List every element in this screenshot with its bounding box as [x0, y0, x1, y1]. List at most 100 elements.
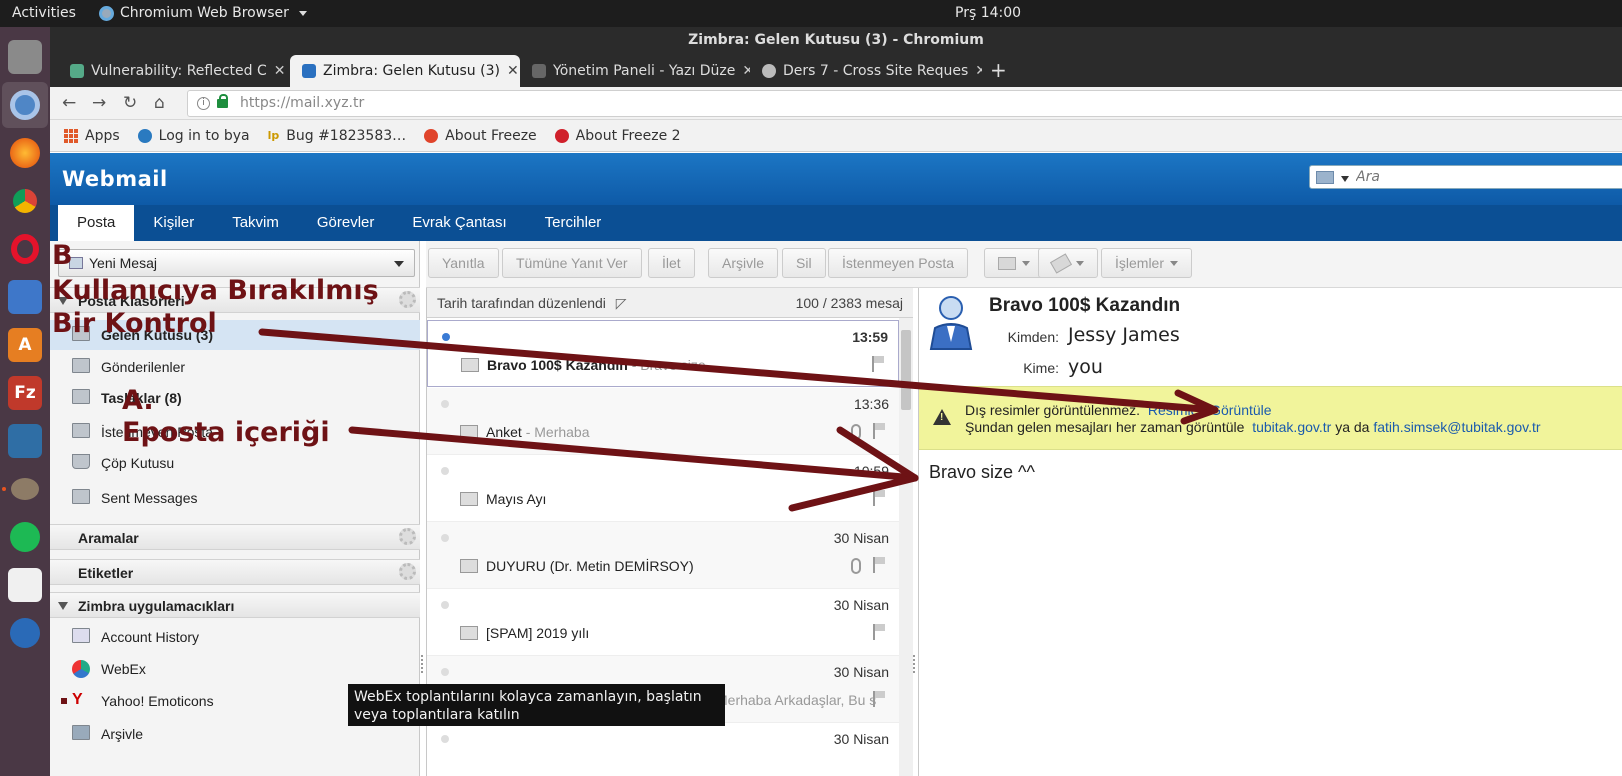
folder-drafts[interactable]: Taslaklar (8): [50, 383, 420, 413]
firefox-icon[interactable]: [8, 136, 42, 170]
tab-takvim[interactable]: Takvim: [213, 205, 298, 241]
reply-button[interactable]: Yanıtla: [428, 248, 499, 278]
bookmark-apps[interactable]: Apps: [64, 128, 120, 144]
bookmark-bug[interactable]: lp Bug #1823583…: [268, 128, 407, 144]
read-dot-icon[interactable]: [441, 400, 449, 408]
sort-label[interactable]: Tarih tarafından düzenlendi: [437, 295, 606, 311]
tab-yonetim[interactable]: Yönetim Paneli - Yazı Düze ✕: [520, 55, 750, 87]
gimp-icon[interactable]: [2, 472, 42, 506]
forward-button[interactable]: İlet: [648, 248, 695, 278]
tab-posta[interactable]: Posta: [58, 205, 135, 241]
spam-button[interactable]: İstenmeyen Posta: [828, 248, 969, 278]
from-value[interactable]: Jessy James: [1068, 324, 1180, 346]
print-button[interactable]: [984, 248, 1044, 278]
show-images-link[interactable]: Resimleri Görüntüle: [1148, 402, 1272, 418]
chevron-down-icon[interactable]: [1341, 176, 1349, 182]
message-row[interactable]: 10:59 Mayıs Ayı: [427, 455, 899, 522]
pane-splitter[interactable]: [421, 655, 425, 673]
gear-icon[interactable]: [399, 563, 416, 580]
spotify-icon[interactable]: [8, 520, 42, 554]
filezilla-icon[interactable]: Fz: [8, 376, 42, 410]
close-icon[interactable]: ✕: [975, 63, 982, 79]
flag-icon[interactable]: [872, 356, 884, 372]
message-row[interactable]: 13:59 Bravo 100$ Kazandın - Bravo size: [427, 320, 899, 387]
list-scrollbar[interactable]: [899, 318, 913, 776]
files-icon[interactable]: [8, 40, 42, 74]
pane-splitter[interactable]: [913, 655, 917, 673]
section-zimlets[interactable]: Zimbra uygulamacıkları: [50, 592, 420, 618]
back-button[interactable]: ←: [62, 93, 76, 113]
flag-icon[interactable]: [873, 423, 885, 439]
read-dot-icon[interactable]: [441, 601, 449, 609]
tab-kisiler[interactable]: Kişiler: [134, 205, 213, 241]
virtualbox-icon[interactable]: [8, 424, 42, 458]
tag-button[interactable]: [1038, 248, 1098, 278]
chrome-icon[interactable]: [8, 184, 42, 218]
delete-button[interactable]: Sil: [782, 248, 826, 278]
folder-sent[interactable]: Gönderilenler: [50, 352, 420, 382]
tab-ders[interactable]: Ders 7 - Cross Site Reques ✕: [750, 55, 982, 87]
address-bar[interactable]: i https://mail.xyz.tr: [187, 90, 1622, 117]
sort-icon[interactable]: ◸: [616, 295, 627, 311]
zimlet-webex[interactable]: WebEx: [50, 654, 420, 684]
read-dot-icon[interactable]: [441, 735, 449, 743]
software-center-icon[interactable]: A: [8, 328, 42, 362]
close-icon[interactable]: ✕: [274, 63, 286, 79]
reply-all-button[interactable]: Tümüne Yanıt Ver: [502, 248, 642, 278]
section-searches[interactable]: Aramalar: [50, 524, 420, 550]
folder-sent-messages[interactable]: Sent Messages: [50, 483, 420, 513]
mail-icon[interactable]: [1316, 171, 1334, 184]
gear-icon[interactable]: [399, 528, 416, 545]
thunderbird-icon[interactable]: [8, 616, 42, 650]
new-tab-button[interactable]: +: [990, 58, 1007, 82]
folder-trash[interactable]: Çöp Kutusu: [50, 448, 420, 478]
operations-button[interactable]: İşlemler: [1101, 248, 1193, 278]
new-message-button[interactable]: Yeni Mesaj: [58, 249, 415, 277]
home-button[interactable]: ⌂: [154, 93, 165, 113]
gear-icon[interactable]: [399, 291, 416, 308]
document-viewer-icon[interactable]: [8, 280, 42, 314]
chromium-dock-icon[interactable]: [2, 82, 48, 128]
bookmark-freeze-2[interactable]: About Freeze 2: [554, 128, 681, 144]
collapse-icon[interactable]: [58, 602, 68, 610]
search-input[interactable]: [1356, 168, 1616, 186]
message-row[interactable]: 30 Nisan: [427, 723, 899, 776]
bookmark-freeze[interactable]: About Freeze: [424, 128, 537, 144]
zimlet-account-history[interactable]: Account History: [50, 622, 420, 652]
app-menu[interactable]: Chromium Web Browser: [99, 5, 307, 21]
forward-button[interactable]: →: [92, 93, 106, 113]
activities-button[interactable]: Activities: [12, 5, 76, 21]
text-editor-icon[interactable]: [8, 568, 42, 602]
clock[interactable]: Prş 14:00: [955, 5, 1021, 21]
tab-vulnerability[interactable]: Vulnerability: Reflected C ✕: [58, 55, 290, 87]
trust-domain-link[interactable]: tubitak.gov.tr: [1252, 419, 1331, 435]
read-dot-icon[interactable]: [441, 668, 449, 676]
close-icon[interactable]: ✕: [507, 63, 519, 79]
section-tags[interactable]: Etiketler: [50, 559, 420, 585]
chevron-down-icon[interactable]: [394, 261, 404, 267]
message-row[interactable]: 30 Nisan DUYURU (Dr. Metin DEMİRSOY): [427, 522, 899, 589]
reload-button[interactable]: ↻: [123, 93, 137, 113]
bookmark-bya[interactable]: Log in to bya: [137, 128, 250, 144]
archive-button[interactable]: Arşivle: [708, 248, 779, 278]
tab-gorevler[interactable]: Görevler: [298, 205, 394, 241]
opera-icon[interactable]: [8, 232, 42, 266]
to-value[interactable]: you: [1068, 356, 1103, 378]
flag-icon[interactable]: [873, 624, 885, 640]
close-icon[interactable]: ✕: [742, 63, 750, 79]
flag-icon[interactable]: [873, 557, 885, 573]
message-row[interactable]: 30 Nisan [SPAM] 2019 yılı: [427, 589, 899, 656]
info-icon[interactable]: i: [197, 97, 210, 110]
trust-address-link[interactable]: fatih.simsek@tubitak.gov.tr: [1373, 419, 1540, 435]
read-dot-icon[interactable]: [441, 534, 449, 542]
flag-icon[interactable]: [873, 490, 885, 506]
webmail-logo[interactable]: Webmail: [62, 167, 168, 191]
tab-evrak-cantasi[interactable]: Evrak Çantası: [393, 205, 525, 241]
scrollbar-thumb[interactable]: [901, 330, 911, 410]
tab-tercihler[interactable]: Tercihler: [526, 205, 621, 241]
tab-zimbra[interactable]: Zimbra: Gelen Kutusu (3) ✕: [290, 55, 520, 87]
unread-dot-icon[interactable]: [442, 333, 450, 341]
read-dot-icon[interactable]: [441, 467, 449, 475]
flag-icon[interactable]: [873, 691, 885, 707]
message-row[interactable]: 13:36 Anket - Merhaba: [427, 388, 899, 455]
